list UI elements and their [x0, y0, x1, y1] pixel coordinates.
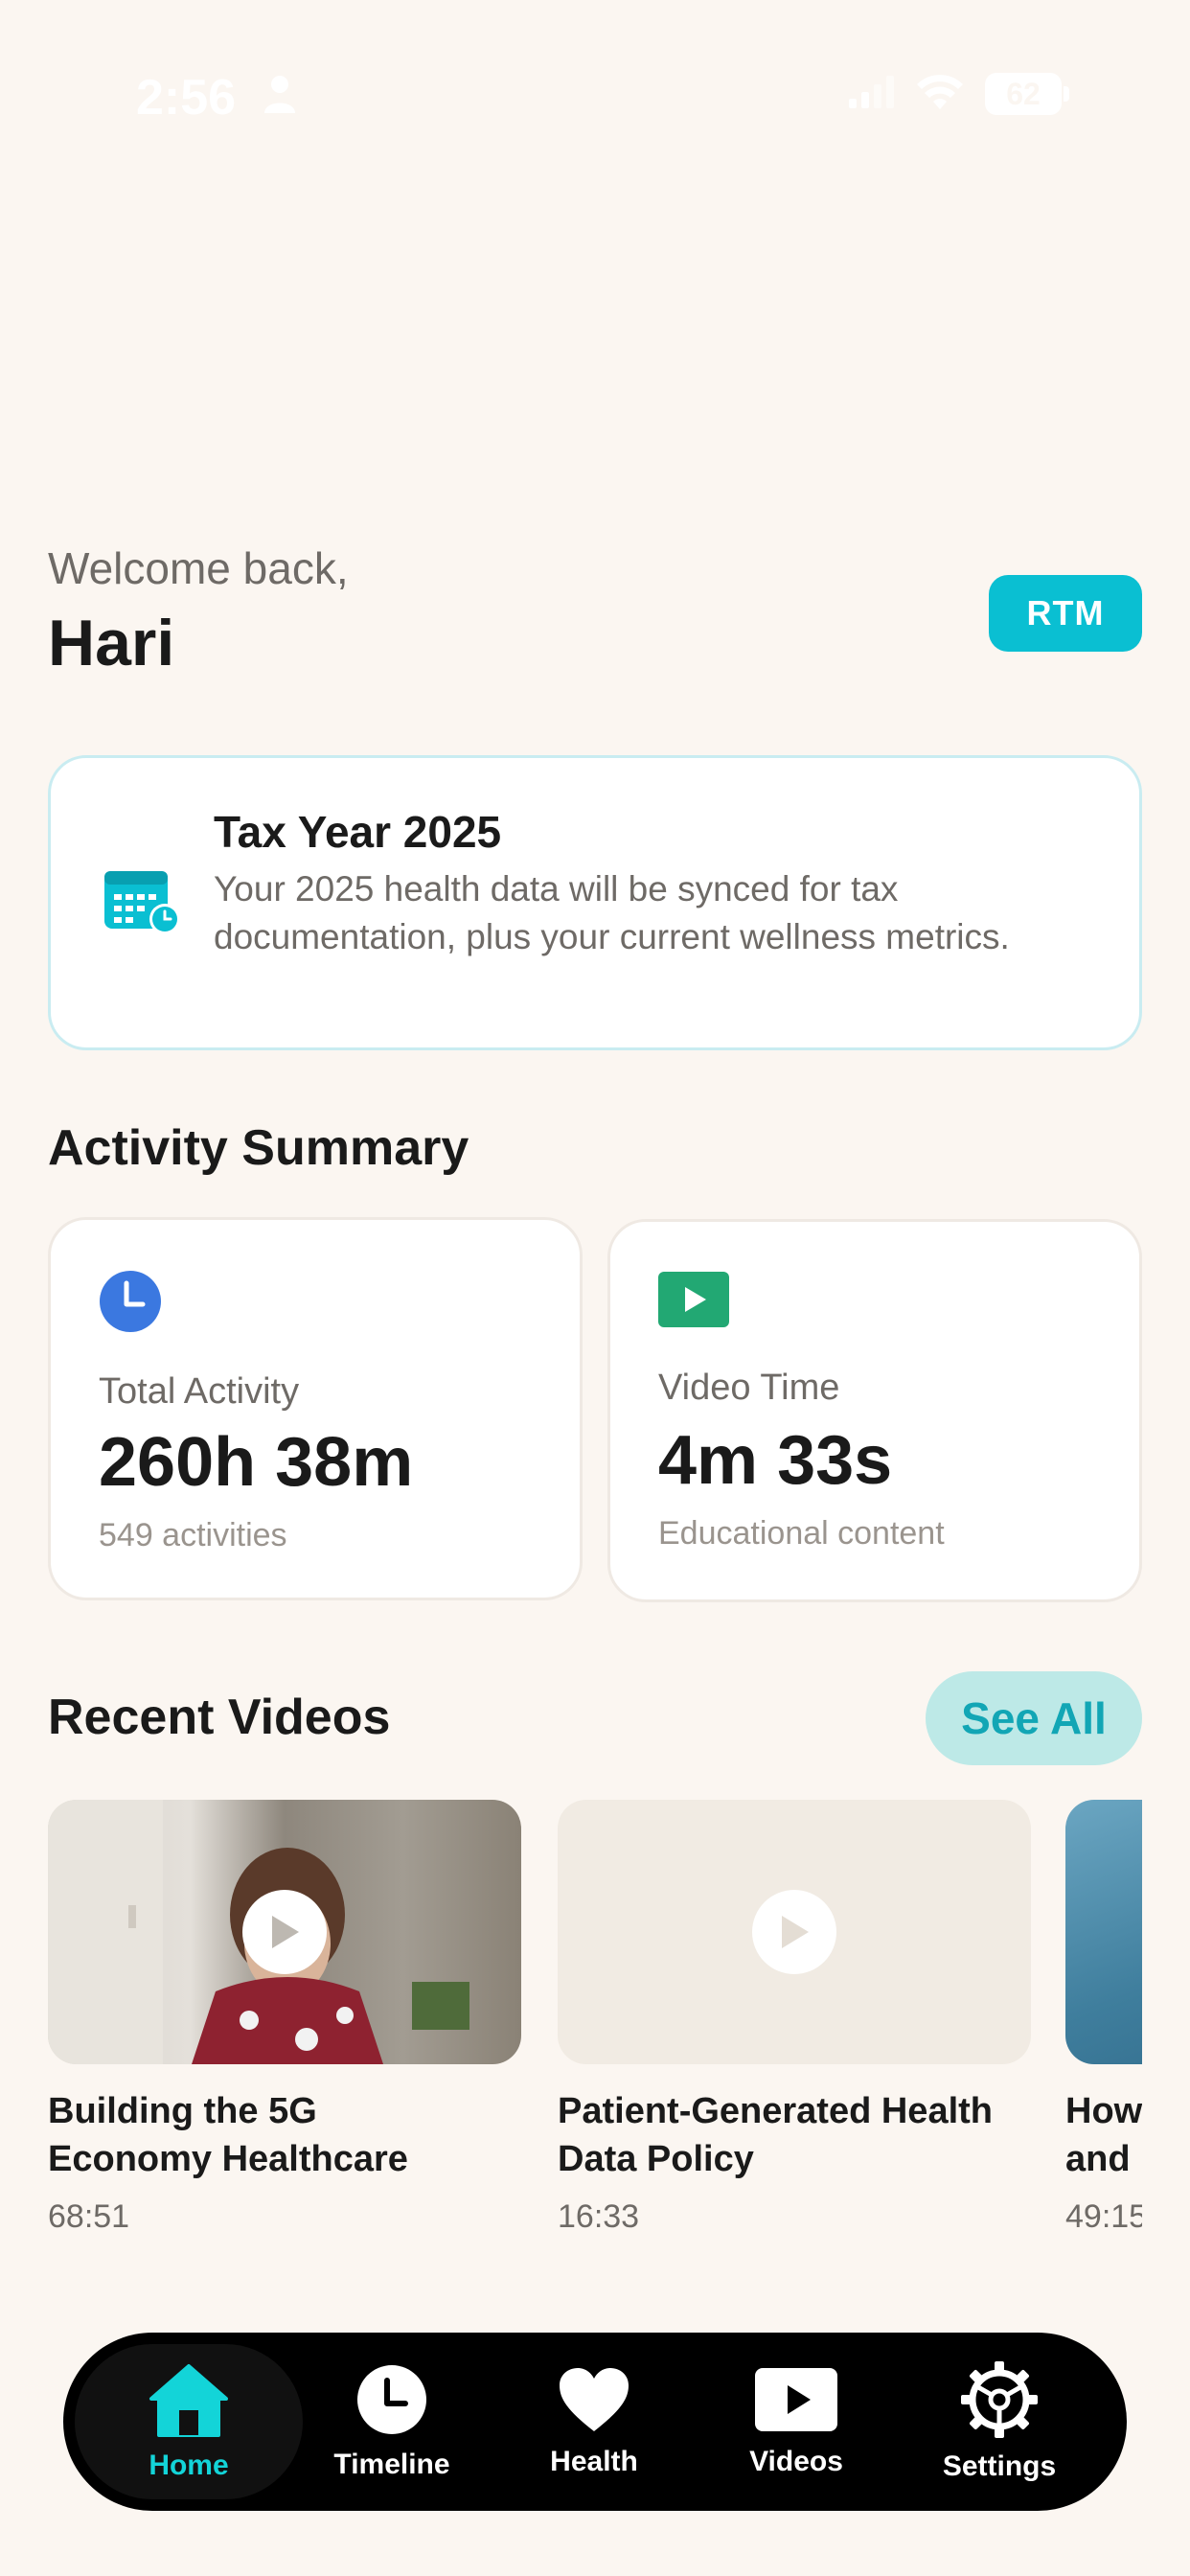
video-title-line: Data Policy [558, 2139, 754, 2179]
video-thumbnail[interactable] [1065, 1800, 1142, 2064]
video-title: How and [1065, 2087, 1142, 2183]
home-icon [146, 2362, 232, 2442]
video-title-line: Building the 5G [48, 2091, 317, 2131]
tab-timeline[interactable]: Timeline [278, 2344, 506, 2499]
video-title-line: How [1065, 2091, 1142, 2131]
video-card[interactable]: Building the 5G Economy Healthcare 68:51 [48, 1800, 521, 2236]
video-thumbnail[interactable] [558, 1800, 1031, 2064]
play-icon [755, 2366, 837, 2438]
tab-settings[interactable]: Settings [885, 2344, 1113, 2499]
video-card[interactable]: Patient-Generated Health Data Policy 16:… [558, 1800, 1031, 2236]
video-title-line: Economy Healthcare [48, 2139, 408, 2179]
tab-label: Timeline [333, 2448, 450, 2480]
video-title: Patient-Generated Health Data Policy [558, 2087, 1031, 2183]
tab-label: Home [149, 2449, 229, 2481]
clock-icon [355, 2363, 428, 2441]
tab-home[interactable]: Home [75, 2344, 303, 2499]
video-title-line: and [1065, 2139, 1131, 2179]
video-thumbnail[interactable] [48, 1800, 521, 2064]
video-title: Building the 5G Economy Healthcare [48, 2087, 521, 2183]
heart-icon [558, 2366, 630, 2438]
video-duration: 16:33 [558, 2198, 640, 2235]
video-card[interactable]: How and 49:15 [1065, 1800, 1142, 2236]
tab-videos[interactable]: Videos [682, 2344, 910, 2499]
play-button[interactable] [242, 1890, 327, 1974]
tab-label: Settings [942, 2450, 1057, 2482]
video-duration: 49:15 [1065, 2198, 1142, 2235]
gear-icon [961, 2360, 1038, 2443]
tab-bar: Home Timeline Health Videos Settings [63, 2333, 1127, 2511]
tab-label: Videos [749, 2445, 843, 2477]
video-duration: 68:51 [48, 2198, 130, 2235]
tab-label: Health [550, 2445, 638, 2477]
video-title-line: Patient-Generated Health [558, 2091, 993, 2131]
tab-health[interactable]: Health [480, 2344, 708, 2499]
play-button[interactable] [752, 1890, 836, 1974]
video-carousel[interactable]: Building the 5G Economy Healthcare 68:51… [0, 0, 1142, 2576]
